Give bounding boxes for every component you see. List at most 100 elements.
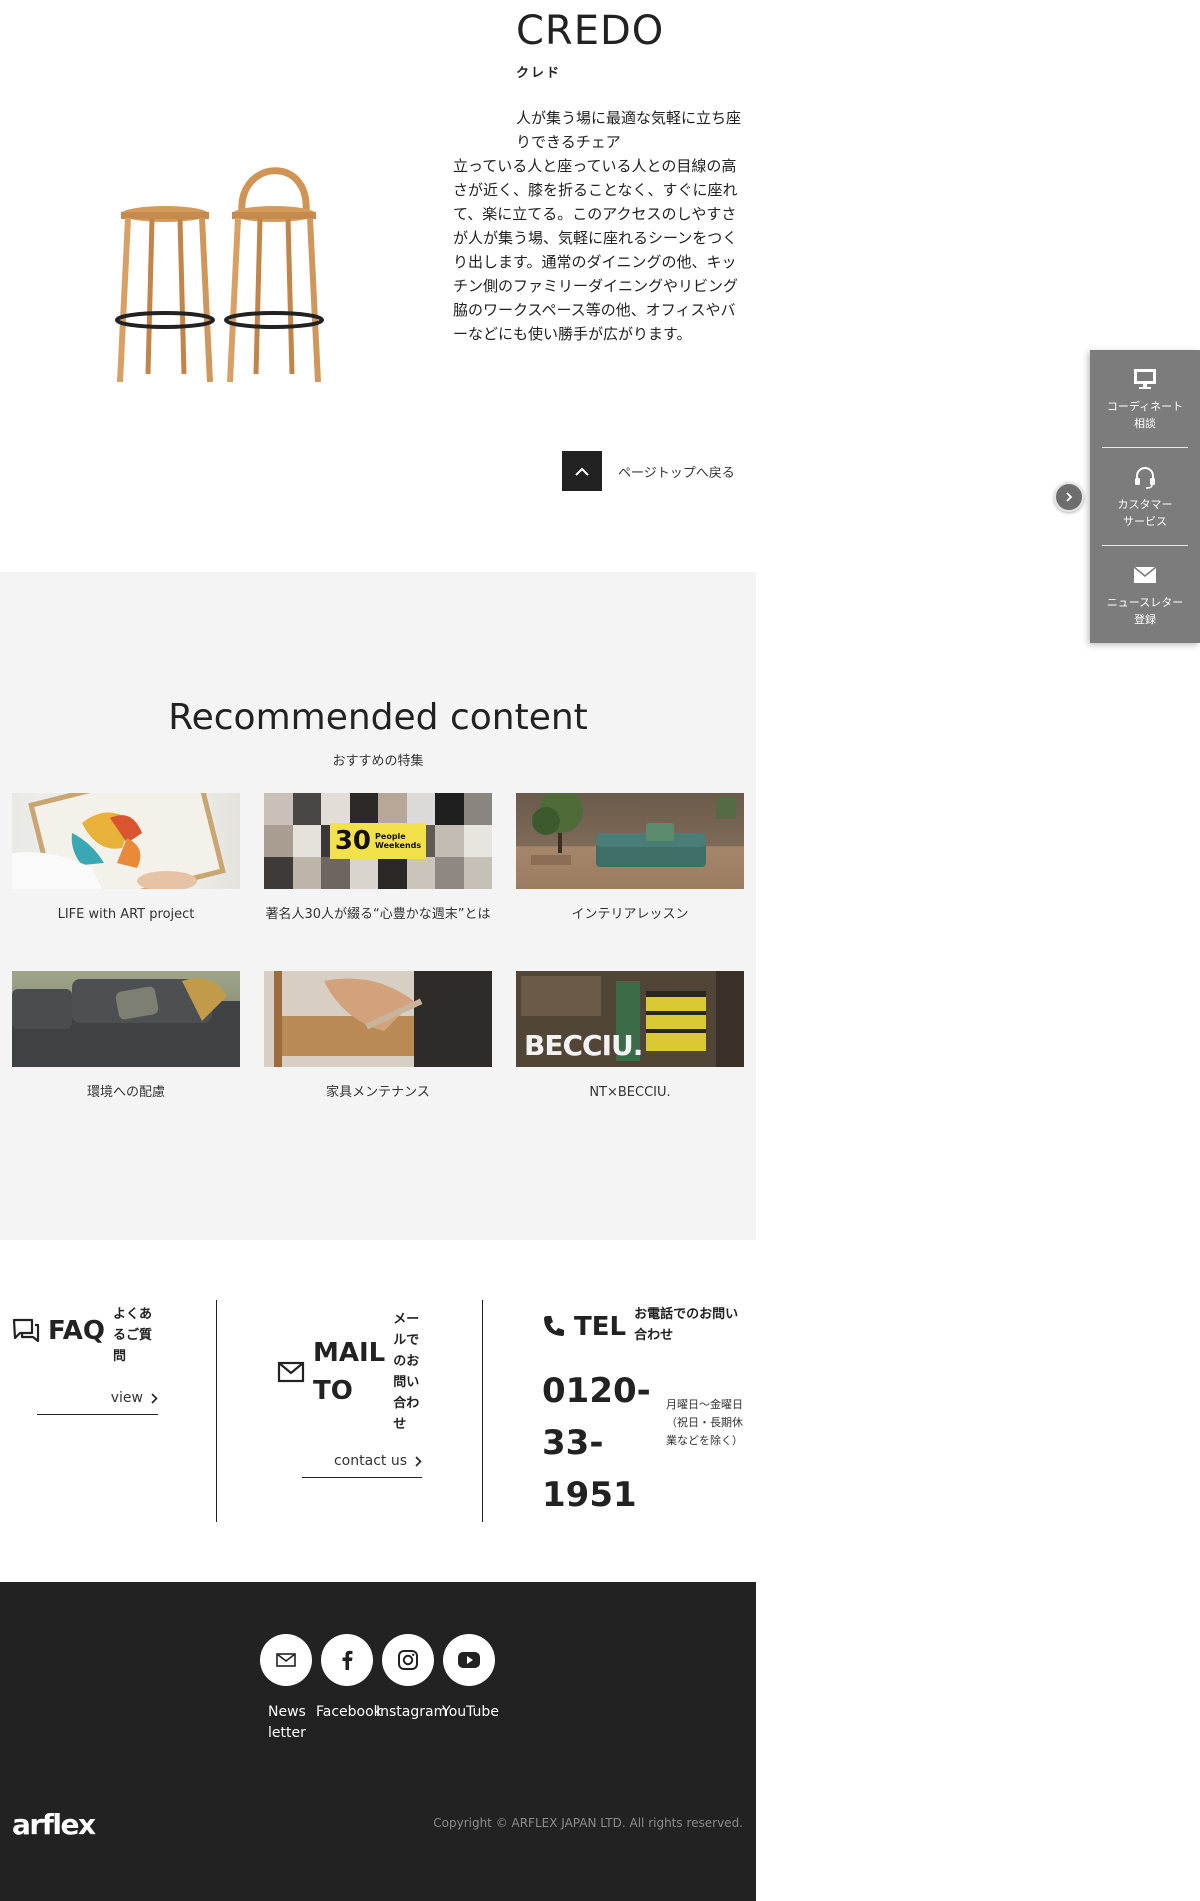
side-item-label: ニュースレター [1106, 595, 1184, 609]
instagram-button[interactable] [382, 1634, 434, 1686]
mail-block: MAIL TO メー ルで のお 問い 合わ せ [277, 1304, 427, 1440]
tel-desc: 合わせ [634, 1328, 674, 1343]
mail-icon [276, 1653, 296, 1667]
tel-block: TEL お電話でのお問い 合わせ [542, 1304, 750, 1346]
chat-icon [12, 1318, 40, 1343]
mail-desc: メー [393, 1312, 420, 1327]
faq-view-link[interactable]: view [37, 1390, 158, 1415]
card-thumbnail [264, 971, 492, 1067]
side-panel: コーディネート 相談 カスタマー サービス ニュースレター 登録 [1090, 350, 1200, 643]
newsletter-button[interactable] [260, 1634, 312, 1686]
newsletter-label[interactable]: News letter [268, 1702, 312, 1744]
credo-chair-image [115, 167, 324, 383]
monitor-icon [1133, 366, 1157, 392]
side-item-coordinate[interactable]: コーディネート 相談 [1090, 350, 1200, 447]
footer: News letter Facebook Instagram YouTube a… [0, 1582, 756, 1901]
card-thumbnail [516, 793, 744, 889]
envelope-icon [1133, 562, 1157, 588]
faq-desc: 問 [113, 1349, 127, 1364]
side-item-label: コーディネート [1106, 399, 1184, 413]
side-item-customer-service[interactable]: カスタマー サービス [1090, 448, 1200, 545]
faq-title: FAQ [48, 1316, 106, 1346]
recommended-subtitle: おすすめの特集 [332, 754, 424, 769]
card-thumbnail [12, 793, 240, 889]
copyright-text: Copyright © ARFLEX JAPAN LTD. All rights… [433, 1816, 743, 1830]
product-kana: クレド [516, 66, 562, 81]
card-caption: 環境への配慮 [86, 1085, 165, 1100]
badge-text: People [375, 832, 406, 841]
contact-us-link[interactable]: contact us [302, 1453, 422, 1478]
tel-hours-note: 月曜日〜金曜日 （祝日・長期休業などを除く） [666, 1398, 754, 1447]
card-life-with-art[interactable]: LIFE with ART project [12, 793, 240, 925]
facebook-icon [342, 1650, 353, 1670]
facebook-button[interactable] [321, 1634, 373, 1686]
divider [482, 1300, 483, 1522]
envelope-icon [277, 1361, 305, 1383]
card-furniture-maintenance[interactable]: 家具メンテナンス [264, 971, 492, 1103]
tel-number-part: 33- [542, 1423, 604, 1463]
faq-desc: よくあ [113, 1307, 153, 1322]
arflex-logo[interactable]: arflex [12, 1808, 96, 1841]
side-panel-toggle-button[interactable] [1054, 482, 1084, 512]
contact-section: FAQ よくあ るご質 問 view MAIL TO メー ルで のお 問い 合… [0, 1240, 756, 1582]
card-interior-lesson[interactable]: インテリアレッスン [516, 793, 744, 925]
card-caption: 家具メンテナンス [326, 1085, 430, 1100]
tel-title: TEL [574, 1312, 627, 1342]
instagram-icon [398, 1650, 418, 1670]
faq-link-label: view [110, 1390, 143, 1406]
badge-text: Weekends [375, 841, 422, 850]
mail-desc: 問い [393, 1375, 420, 1390]
card-caption: NT×BECCIU. [589, 1085, 671, 1100]
tel-number-part: 1951 [542, 1475, 637, 1515]
mail-desc: ルで [393, 1333, 420, 1348]
people-weekends-badge: 30 People Weekends [330, 823, 426, 859]
card-thumbnail: 30 People Weekends [264, 793, 492, 889]
side-item-label: カスタマー [1117, 497, 1173, 511]
tel-desc: お電話でのお問い [634, 1307, 739, 1322]
mail-desc: のお [393, 1354, 420, 1369]
chevron-right-icon [415, 1455, 422, 1467]
card-30-people-weekends[interactable]: 30 People Weekends 著名人30人が綴る“心豊かな週末”とは [264, 793, 492, 925]
back-to-top-label: ページトップへ戻る [618, 465, 735, 481]
back-to-top-button[interactable]: ページトップへ戻る [562, 451, 735, 491]
card-caption: 著名人30人が綴る“心豊かな週末”とは [265, 907, 491, 922]
mail-title: MAIL [313, 1338, 386, 1368]
mail-title: TO [313, 1376, 353, 1406]
contact-link-label: contact us [333, 1453, 407, 1469]
youtube-label[interactable]: YouTube [442, 1702, 499, 1723]
recommended-section: Recommended content おすすめの特集 LIFE with AR… [0, 572, 756, 1240]
chevron-right-icon [1066, 492, 1073, 502]
becciu-overlay-text: BECCIU. [524, 1029, 643, 1062]
chevron-right-icon [151, 1392, 158, 1404]
card-nt-becciu[interactable]: BECCIU. NT×BECCIU. [516, 971, 744, 1103]
phone-icon [544, 1316, 564, 1336]
card-environment[interactable]: 環境への配慮 [12, 971, 240, 1103]
side-item-label: 登録 [1134, 612, 1156, 626]
tel-number[interactable]: 0120- 33- 1951 [542, 1365, 651, 1521]
card-caption: LIFE with ART project [57, 907, 195, 922]
recommended-title: Recommended content [168, 697, 588, 738]
faq-block: FAQ よくあ るご質 問 [12, 1304, 157, 1367]
product-section: CREDO クレド 人が集う場に最適な気軽に立ち座りできるチェア 立っている人と… [0, 0, 756, 572]
faq-desc: るご質 [113, 1328, 153, 1343]
tel-number-part: 0120- [542, 1371, 651, 1411]
chevron-up-icon [562, 451, 602, 491]
divider [216, 1300, 217, 1522]
card-caption: インテリアレッスン [571, 907, 689, 922]
card-thumbnail [12, 971, 240, 1067]
side-item-label: 相談 [1134, 416, 1156, 430]
mail-desc: せ [393, 1417, 407, 1432]
card-thumbnail: BECCIU. [516, 971, 744, 1067]
headset-icon [1133, 464, 1157, 490]
instagram-label[interactable]: Instagram [376, 1702, 447, 1723]
product-lead: 人が集う場に最適な気軽に立ち座りできるチェア [516, 109, 742, 151]
mail-desc: 合わ [393, 1396, 420, 1411]
product-description: 立っている人と座っている人との目線の高さが近く、膝を折ることなく、すぐに座れて、… [453, 157, 739, 343]
facebook-label[interactable]: Facebook [316, 1702, 382, 1723]
badge-number: 30 [334, 826, 372, 856]
side-item-newsletter[interactable]: ニュースレター 登録 [1090, 546, 1200, 643]
youtube-button[interactable] [443, 1634, 495, 1686]
product-title: CREDO [516, 8, 665, 54]
side-item-label: サービス [1123, 514, 1167, 528]
youtube-icon [458, 1652, 480, 1668]
